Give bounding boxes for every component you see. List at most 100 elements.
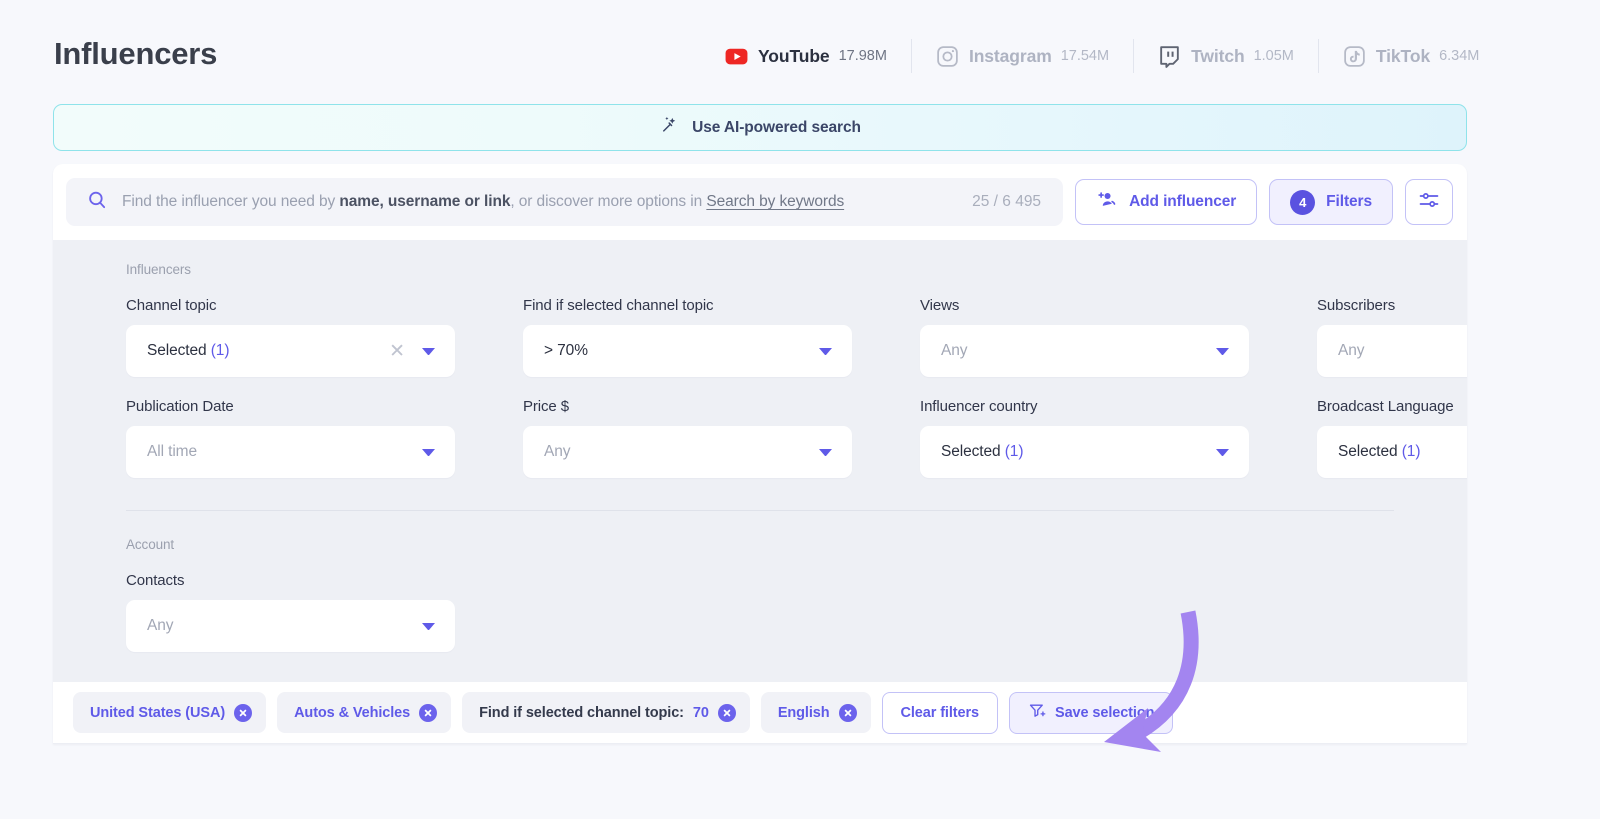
broadcast-language-select[interactable]: Selected (1) [1317, 426, 1467, 478]
search-placeholder: Find the influencer you need by name, us… [122, 193, 942, 211]
filter-publication-date: Publication Date All time [126, 398, 455, 478]
find-if-selected-channel-topic-select[interactable]: > 70% [523, 325, 852, 377]
platform-tab-instagram[interactable]: Instagram 17.54M [911, 37, 1133, 75]
filter-views: Views Any [920, 297, 1249, 377]
remove-chip-icon[interactable] [234, 704, 252, 722]
chevron-down-icon [1216, 449, 1229, 456]
chevron-down-icon [819, 348, 832, 355]
platform-tab-twitch[interactable]: Twitch 1.05M [1133, 37, 1318, 75]
filter-chip-language: English [761, 692, 871, 733]
add-influencer-label: Add influencer [1129, 193, 1236, 211]
clear-filters-label: Clear filters [901, 705, 980, 721]
save-selection-button[interactable]: Save selection [1009, 692, 1173, 734]
chip-label: Autos & Vehicles [294, 705, 410, 721]
clear-filters-button[interactable]: Clear filters [882, 692, 999, 734]
remove-chip-icon[interactable] [718, 704, 736, 722]
subscribers-select[interactable]: Any [1317, 325, 1467, 377]
influencers-page: Influencers YouTube 17.98M [0, 0, 1600, 819]
filter-label: Price $ [523, 398, 852, 415]
remove-chip-icon[interactable] [839, 704, 857, 722]
publication-date-select[interactable]: All time [126, 426, 455, 478]
filter-row-2: Publication Date All time Price $ Any In… [53, 398, 1467, 478]
filter-label: Find if selected channel topic [523, 297, 852, 314]
magic-wand-icon [659, 114, 681, 141]
filter-row-1: Channel topic Selected (1) ✕ Find if sel… [53, 297, 1467, 377]
remove-chip-icon[interactable] [419, 704, 437, 722]
add-influencer-button[interactable]: Add influencer [1075, 179, 1257, 225]
twitch-icon [1157, 44, 1182, 69]
filter-row-account: Contacts Any [53, 572, 1467, 652]
select-value: > 70% [544, 342, 811, 360]
channel-topic-select[interactable]: Selected (1) ✕ [126, 325, 455, 377]
select-value: Any [147, 617, 414, 635]
chip-label: 70 [693, 705, 709, 721]
chip-label: United States (USA) [90, 705, 225, 721]
active-filter-chips-bar: United States (USA) Autos & Vehicles Fin… [53, 682, 1467, 744]
select-value: Any [941, 342, 1208, 360]
filter-channel-topic: Channel topic Selected (1) ✕ [126, 297, 455, 377]
filters-count-badge: 4 [1290, 190, 1315, 215]
platform-tab-youtube[interactable]: YouTube 17.98M [700, 37, 911, 75]
tiktok-icon [1342, 44, 1367, 69]
filters-label: Filters [1326, 193, 1372, 211]
page-header: Influencers YouTube 17.98M [0, 0, 1600, 96]
influencer-country-select[interactable]: Selected (1) [920, 426, 1249, 478]
filter-find-if-selected-channel-topic: Find if selected channel topic > 70% [523, 297, 852, 377]
select-value: Any [1338, 342, 1467, 360]
filters-button[interactable]: 4 Filters [1269, 179, 1393, 225]
select-value: All time [147, 443, 414, 461]
clear-channel-topic-icon[interactable]: ✕ [385, 342, 414, 361]
instagram-icon [935, 44, 960, 69]
search-icon [86, 189, 108, 216]
filter-label: Publication Date [126, 398, 455, 415]
filter-price: Price $ Any [523, 398, 852, 478]
sliders-icon [1417, 188, 1441, 217]
filter-contacts: Contacts Any [126, 572, 455, 652]
platform-name: YouTube [758, 46, 830, 67]
price-select[interactable]: Any [523, 426, 852, 478]
platform-name: TikTok [1376, 46, 1430, 67]
search-result-count: 25 / 6 495 [956, 193, 1041, 211]
filter-label: Influencer country [920, 398, 1249, 415]
chevron-down-icon [422, 348, 435, 355]
search-by-keywords-link: Search by keywords [706, 193, 844, 210]
select-value: Selected (1) [147, 342, 377, 360]
ai-powered-search-banner[interactable]: Use AI-powered search [53, 104, 1467, 151]
chip-label: English [778, 705, 830, 721]
section-label-account: Account [53, 537, 1467, 552]
filter-label: Channel topic [126, 297, 455, 314]
search-row: Find the influencer you need by name, us… [53, 164, 1467, 240]
youtube-icon [724, 44, 749, 69]
influencer-search-card: Find the influencer you need by name, us… [53, 164, 1467, 744]
filter-label: Subscribers [1317, 297, 1467, 314]
add-user-icon [1096, 189, 1118, 216]
ai-banner-label: Use AI-powered search [692, 119, 861, 137]
chevron-down-icon [819, 449, 832, 456]
platform-count: 6.34M [1439, 48, 1479, 64]
chip-prefix: Find if selected channel topic: [479, 705, 684, 721]
chevron-down-icon [422, 623, 435, 630]
section-label-influencers: Influencers [53, 262, 1467, 277]
filter-label: Broadcast Language [1317, 398, 1467, 415]
filter-subscribers: Subscribers Any [1317, 297, 1467, 377]
views-select[interactable]: Any [920, 325, 1249, 377]
select-value: Any [544, 443, 811, 461]
select-value: Selected (1) [941, 443, 1208, 461]
platform-tab-tiktok[interactable]: TikTok 6.34M [1318, 37, 1504, 75]
page-title: Influencers [54, 36, 217, 72]
chevron-down-icon [1216, 348, 1229, 355]
platform-name: Instagram [969, 46, 1052, 67]
filter-influencer-country: Influencer country Selected (1) [920, 398, 1249, 478]
filter-settings-button[interactable] [1405, 179, 1453, 225]
platform-count: 17.98M [839, 48, 887, 64]
filter-broadcast-language: Broadcast Language Selected (1) [1317, 398, 1467, 478]
filters-panel: Influencers Channel topic Selected (1) ✕… [53, 240, 1467, 682]
platform-tabs: YouTube 17.98M Instagram 17.54M [700, 36, 1503, 76]
filter-label: Views [920, 297, 1249, 314]
panel-divider [126, 510, 1394, 511]
select-value: Selected (1) [1338, 443, 1467, 461]
contacts-select[interactable]: Any [126, 600, 455, 652]
platform-name: Twitch [1191, 46, 1245, 67]
platform-count: 17.54M [1061, 48, 1109, 64]
search-input[interactable]: Find the influencer you need by name, us… [66, 178, 1063, 226]
